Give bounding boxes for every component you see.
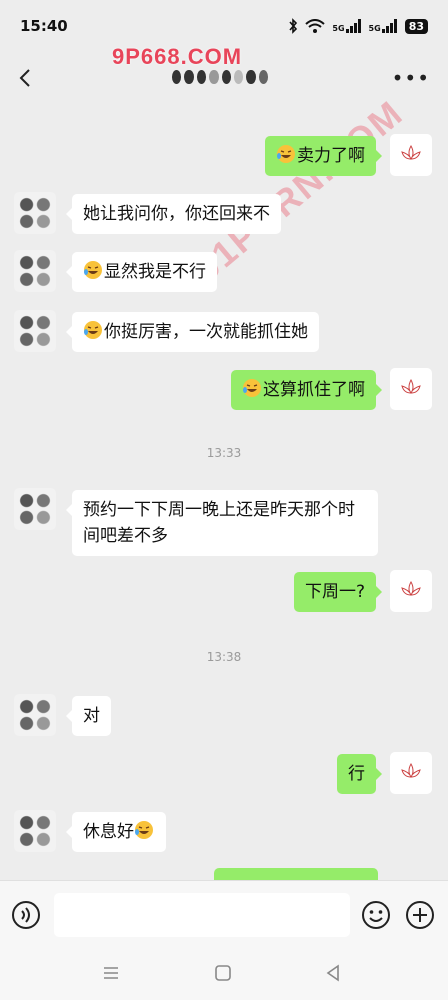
back-nav-icon[interactable] [322, 962, 344, 984]
my-avatar[interactable] [390, 134, 432, 176]
voice-icon[interactable] [10, 899, 42, 931]
message-input[interactable] [54, 893, 350, 937]
message-text: 显然我是不行 [104, 262, 206, 282]
message-bubble[interactable]: 休息好 [66, 812, 166, 852]
message-bubble[interactable]: 你挺厉害，一次就能抓住她 [66, 312, 319, 352]
contact-avatar[interactable] [14, 250, 56, 292]
lotus-logo-icon [401, 378, 421, 394]
message-timestamp: 13:33 [206, 446, 242, 460]
menu-icon[interactable] [100, 962, 122, 984]
more-icon[interactable]: ••• [392, 66, 430, 90]
system-nav-bar [0, 946, 448, 1000]
signal-bars-icon [345, 19, 361, 33]
message-bubble[interactable]: 卖力了啊 [265, 136, 382, 176]
message-text: 卖力了啊 [297, 146, 365, 166]
status-time: 15:40 [20, 17, 68, 35]
contact-avatar[interactable] [14, 488, 56, 530]
message-text: 你挺厉害，一次就能抓住她 [104, 322, 308, 342]
message-text: 休息好 [83, 822, 134, 842]
signal-2: 5G [369, 19, 398, 33]
watermark-logo: 9P668.COM [112, 44, 243, 69]
lotus-logo-icon [401, 144, 421, 160]
laugh-cry-emoji-icon [277, 145, 295, 163]
signal-2-label: 5G [368, 24, 381, 33]
laugh-cry-emoji-icon [243, 379, 261, 397]
contact-avatar[interactable] [14, 192, 56, 234]
message-timestamp: 13:38 [206, 650, 242, 664]
message-bubble[interactable]: 行 [337, 754, 382, 794]
wifi-icon [305, 18, 326, 33]
emoji-icon[interactable] [360, 899, 392, 931]
message-bubble-partial[interactable] [214, 868, 384, 894]
back-arrow-icon[interactable] [14, 66, 38, 90]
bluetooth-icon [289, 18, 298, 34]
status-icons: 5G 5G 83 [288, 18, 428, 34]
signal-1: 5G [332, 19, 361, 33]
message-text: 行 [348, 764, 365, 784]
signal-bars-icon [381, 19, 397, 33]
message-text: 下周一? [304, 582, 365, 602]
signal-1-label: 5G [332, 24, 345, 33]
message-bubble[interactable]: 预约一下下周一晚上还是昨天那个时间吧差不多 [66, 490, 378, 556]
message-text: 对 [83, 706, 100, 726]
laugh-cry-emoji-icon [135, 821, 153, 839]
message-text: 她让我问你，你还回来不 [83, 204, 270, 224]
lotus-logo-icon [401, 762, 421, 778]
laugh-cry-emoji-icon [84, 321, 102, 339]
plus-icon[interactable] [404, 899, 436, 931]
contact-name-obscured [172, 70, 268, 86]
message-text: 这算抓住了啊 [263, 380, 365, 400]
battery-level: 83 [404, 18, 428, 34]
lotus-logo-icon [401, 580, 421, 596]
message-bubble[interactable]: 显然我是不行 [66, 252, 217, 292]
message-bubble[interactable]: 这算抓住了啊 [231, 370, 382, 410]
laugh-cry-emoji-icon [84, 261, 102, 279]
my-avatar[interactable] [390, 752, 432, 794]
contact-avatar[interactable] [14, 310, 56, 352]
input-bar [0, 880, 448, 946]
diagonal-watermark: 91PORN.COM [186, 91, 411, 290]
message-text: 预约一下下周一晚上还是昨天那个时间吧差不多 [83, 500, 355, 546]
contact-avatar[interactable] [14, 810, 56, 852]
my-avatar[interactable] [390, 570, 432, 612]
home-icon[interactable] [212, 962, 234, 984]
message-bubble[interactable]: 下周一? [293, 572, 383, 612]
my-avatar[interactable] [390, 368, 432, 410]
message-bubble[interactable]: 对 [66, 696, 111, 736]
message-bubble[interactable]: 她让我问你，你还回来不 [66, 194, 281, 234]
contact-avatar[interactable] [14, 694, 56, 736]
